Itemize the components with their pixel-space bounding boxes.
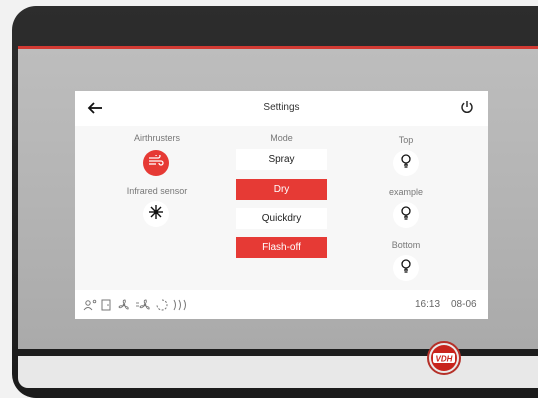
power-icon[interactable] xyxy=(460,100,474,114)
page-title: Settings xyxy=(263,102,300,113)
fan-speed-icon[interactable] xyxy=(135,298,151,316)
door-icon[interactable] xyxy=(101,298,111,316)
lightbulb-icon xyxy=(400,205,412,225)
light-middle-button[interactable] xyxy=(393,202,419,228)
infrared-sensor-button[interactable] xyxy=(143,201,169,227)
mode-flash-off-button[interactable]: Flash-off xyxy=(236,237,327,258)
light-middle-label: example xyxy=(388,187,424,197)
light-bottom-label: Bottom xyxy=(391,240,421,250)
airthrusters-icon xyxy=(148,153,164,172)
vdh-logo-mark: VDH xyxy=(433,353,455,364)
signal-waves-icon[interactable] xyxy=(172,298,188,316)
infrared-sensor-icon xyxy=(147,204,165,225)
user-temperature-icon[interactable] xyxy=(83,298,97,316)
airthrusters-label: Airthrusters xyxy=(133,133,180,143)
lightbulb-icon xyxy=(400,258,412,278)
mode-quickdry-button[interactable]: Quickdry xyxy=(236,208,327,229)
mode-dry-button[interactable]: Dry xyxy=(236,179,327,200)
light-top-label: Top xyxy=(398,135,414,145)
light-bottom-button[interactable] xyxy=(393,255,419,281)
lightbulb-icon xyxy=(400,153,412,173)
spinner-icon[interactable] xyxy=(155,298,169,316)
infrared-sensor-label: Infrared sensor xyxy=(126,186,188,196)
touch-screen: Settings Airthrusters Infrared sensor Mo… xyxy=(75,91,488,319)
fan-icon[interactable] xyxy=(117,298,131,316)
vdh-logo-badge: VDH xyxy=(431,345,457,371)
clock-time: 16:13 xyxy=(415,299,441,310)
vdh-logo: VDH xyxy=(427,341,461,375)
svg-text:VDH: VDH xyxy=(436,355,453,364)
header-bar: Settings xyxy=(75,91,488,126)
mode-spray-button[interactable]: Spray xyxy=(236,149,327,170)
status-bar: 16:13 08-06 xyxy=(75,290,488,319)
clock-date: 08-06 xyxy=(451,299,477,310)
airthrusters-button[interactable] xyxy=(143,150,169,176)
mode-label: Mode xyxy=(270,133,293,143)
light-top-button[interactable] xyxy=(393,150,419,176)
